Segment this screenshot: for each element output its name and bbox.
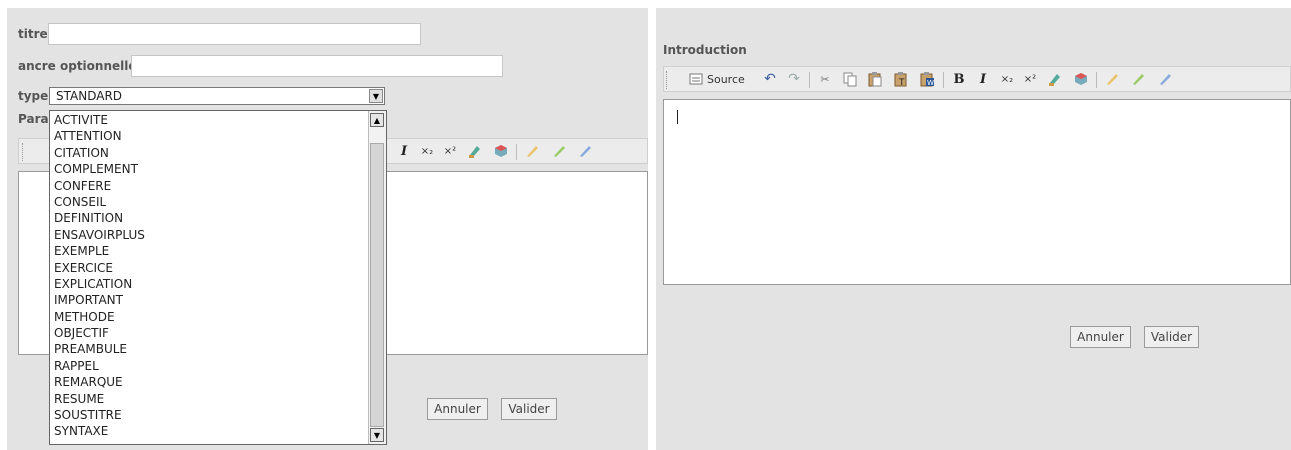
box-icon[interactable] xyxy=(491,142,511,160)
paint-icon[interactable] xyxy=(465,142,485,160)
type-option[interactable]: ATTENTION xyxy=(52,128,370,144)
scrollbar-thumb[interactable] xyxy=(370,143,384,427)
type-option[interactable]: REMARQUE xyxy=(52,374,370,390)
type-option[interactable]: CITATION xyxy=(52,145,370,161)
toolbar-grip[interactable] xyxy=(666,71,670,89)
title-input[interactable] xyxy=(48,23,421,45)
introduction-label: Introduction xyxy=(663,43,747,57)
type-select[interactable]: STANDARD ▼ xyxy=(49,87,385,105)
paste-word-icon[interactable]: W xyxy=(917,70,937,88)
text-caret xyxy=(677,110,678,124)
submit-button[interactable]: Valider xyxy=(1144,326,1199,348)
type-option[interactable]: ACTIVITE xyxy=(52,112,370,128)
dropdown-scrollbar[interactable]: ▲ ▼ xyxy=(368,111,386,444)
toolbar-grip[interactable] xyxy=(22,143,26,161)
box-icon[interactable] xyxy=(1071,70,1091,88)
copy-icon[interactable] xyxy=(840,70,860,88)
type-option[interactable]: CONSEIL xyxy=(52,194,370,210)
superscript-icon[interactable]: ×² xyxy=(440,142,460,160)
undo-icon[interactable]: ↶ xyxy=(760,70,780,88)
cancel-button[interactable]: Annuler xyxy=(427,398,488,420)
type-option[interactable]: SOUSTITRE xyxy=(52,407,370,423)
source-button-label: Source xyxy=(707,72,745,86)
type-option[interactable]: EXERCICE xyxy=(52,260,370,276)
type-option[interactable]: CONFERE xyxy=(52,178,370,194)
type-select-value: STANDARD xyxy=(56,89,123,103)
pencil-check-icon[interactable] xyxy=(549,142,569,160)
pencil-edit-icon[interactable] xyxy=(575,142,595,160)
cancel-button[interactable]: Annuler xyxy=(1070,326,1131,348)
type-option[interactable]: SYNTAXE xyxy=(52,423,370,439)
source-button[interactable]: Source xyxy=(689,70,745,88)
type-option[interactable]: COMPLEMENT xyxy=(52,161,370,177)
chevron-down-icon[interactable]: ▼ xyxy=(370,428,384,442)
superscript-icon[interactable]: ×² xyxy=(1020,70,1040,88)
introduction-editor-area[interactable] xyxy=(663,99,1291,285)
introduction-form-panel: Introduction Source ↶ ↷ ✂ T W B I ×₂ ×² xyxy=(656,8,1291,450)
chevron-up-icon[interactable]: ▲ xyxy=(370,113,384,127)
anchor-label: ancre optionnelle xyxy=(18,59,137,73)
paste-icon[interactable] xyxy=(865,70,885,88)
paste-text-icon[interactable]: T xyxy=(891,70,911,88)
svg-text:W: W xyxy=(927,79,934,87)
type-option[interactable]: METHODE xyxy=(52,309,370,325)
type-option[interactable]: IMPORTANT xyxy=(52,292,370,308)
italic-icon[interactable]: I xyxy=(394,142,414,160)
pencil-edit-icon[interactable] xyxy=(1155,70,1175,88)
pencil-icon[interactable] xyxy=(522,142,542,160)
type-option[interactable]: PREAMBULE xyxy=(52,341,370,357)
type-option[interactable]: ENSAVOIRPLUS xyxy=(52,227,370,243)
svg-text:T: T xyxy=(898,78,905,87)
type-option[interactable]: DEFINITION xyxy=(52,210,370,226)
pencil-check-icon[interactable] xyxy=(1128,70,1148,88)
italic-icon[interactable]: I xyxy=(973,70,993,88)
cut-icon[interactable]: ✂ xyxy=(815,70,835,88)
type-options: ACTIVITE ATTENTION CITATION COMPLEMENT C… xyxy=(52,112,370,440)
type-option[interactable]: EXPLICATION xyxy=(52,276,370,292)
type-option[interactable]: OBJECTIF xyxy=(52,325,370,341)
subscript-icon[interactable]: ×₂ xyxy=(997,70,1017,88)
pencil-icon[interactable] xyxy=(1102,70,1122,88)
type-option[interactable]: EXEMPLE xyxy=(52,243,370,259)
submit-button[interactable]: Valider xyxy=(501,398,557,420)
introduction-toolbar: Source ↶ ↷ ✂ T W B I ×₂ ×² xyxy=(663,66,1291,92)
paragraph-label: Para xyxy=(18,112,49,126)
chevron-down-icon[interactable]: ▼ xyxy=(369,89,383,103)
type-label: type xyxy=(18,89,49,103)
redo-icon[interactable]: ↷ xyxy=(784,70,804,88)
type-option[interactable]: RESUME xyxy=(52,391,370,407)
subscript-icon[interactable]: ×₂ xyxy=(417,142,437,160)
anchor-input[interactable] xyxy=(131,55,503,77)
title-label: titre xyxy=(18,27,48,41)
bold-icon[interactable]: B xyxy=(949,70,969,88)
type-dropdown-list[interactable]: ACTIVITE ATTENTION CITATION COMPLEMENT C… xyxy=(49,110,387,445)
type-option[interactable]: RAPPEL xyxy=(52,358,370,374)
paint-icon[interactable] xyxy=(1045,70,1065,88)
source-icon xyxy=(689,73,703,85)
